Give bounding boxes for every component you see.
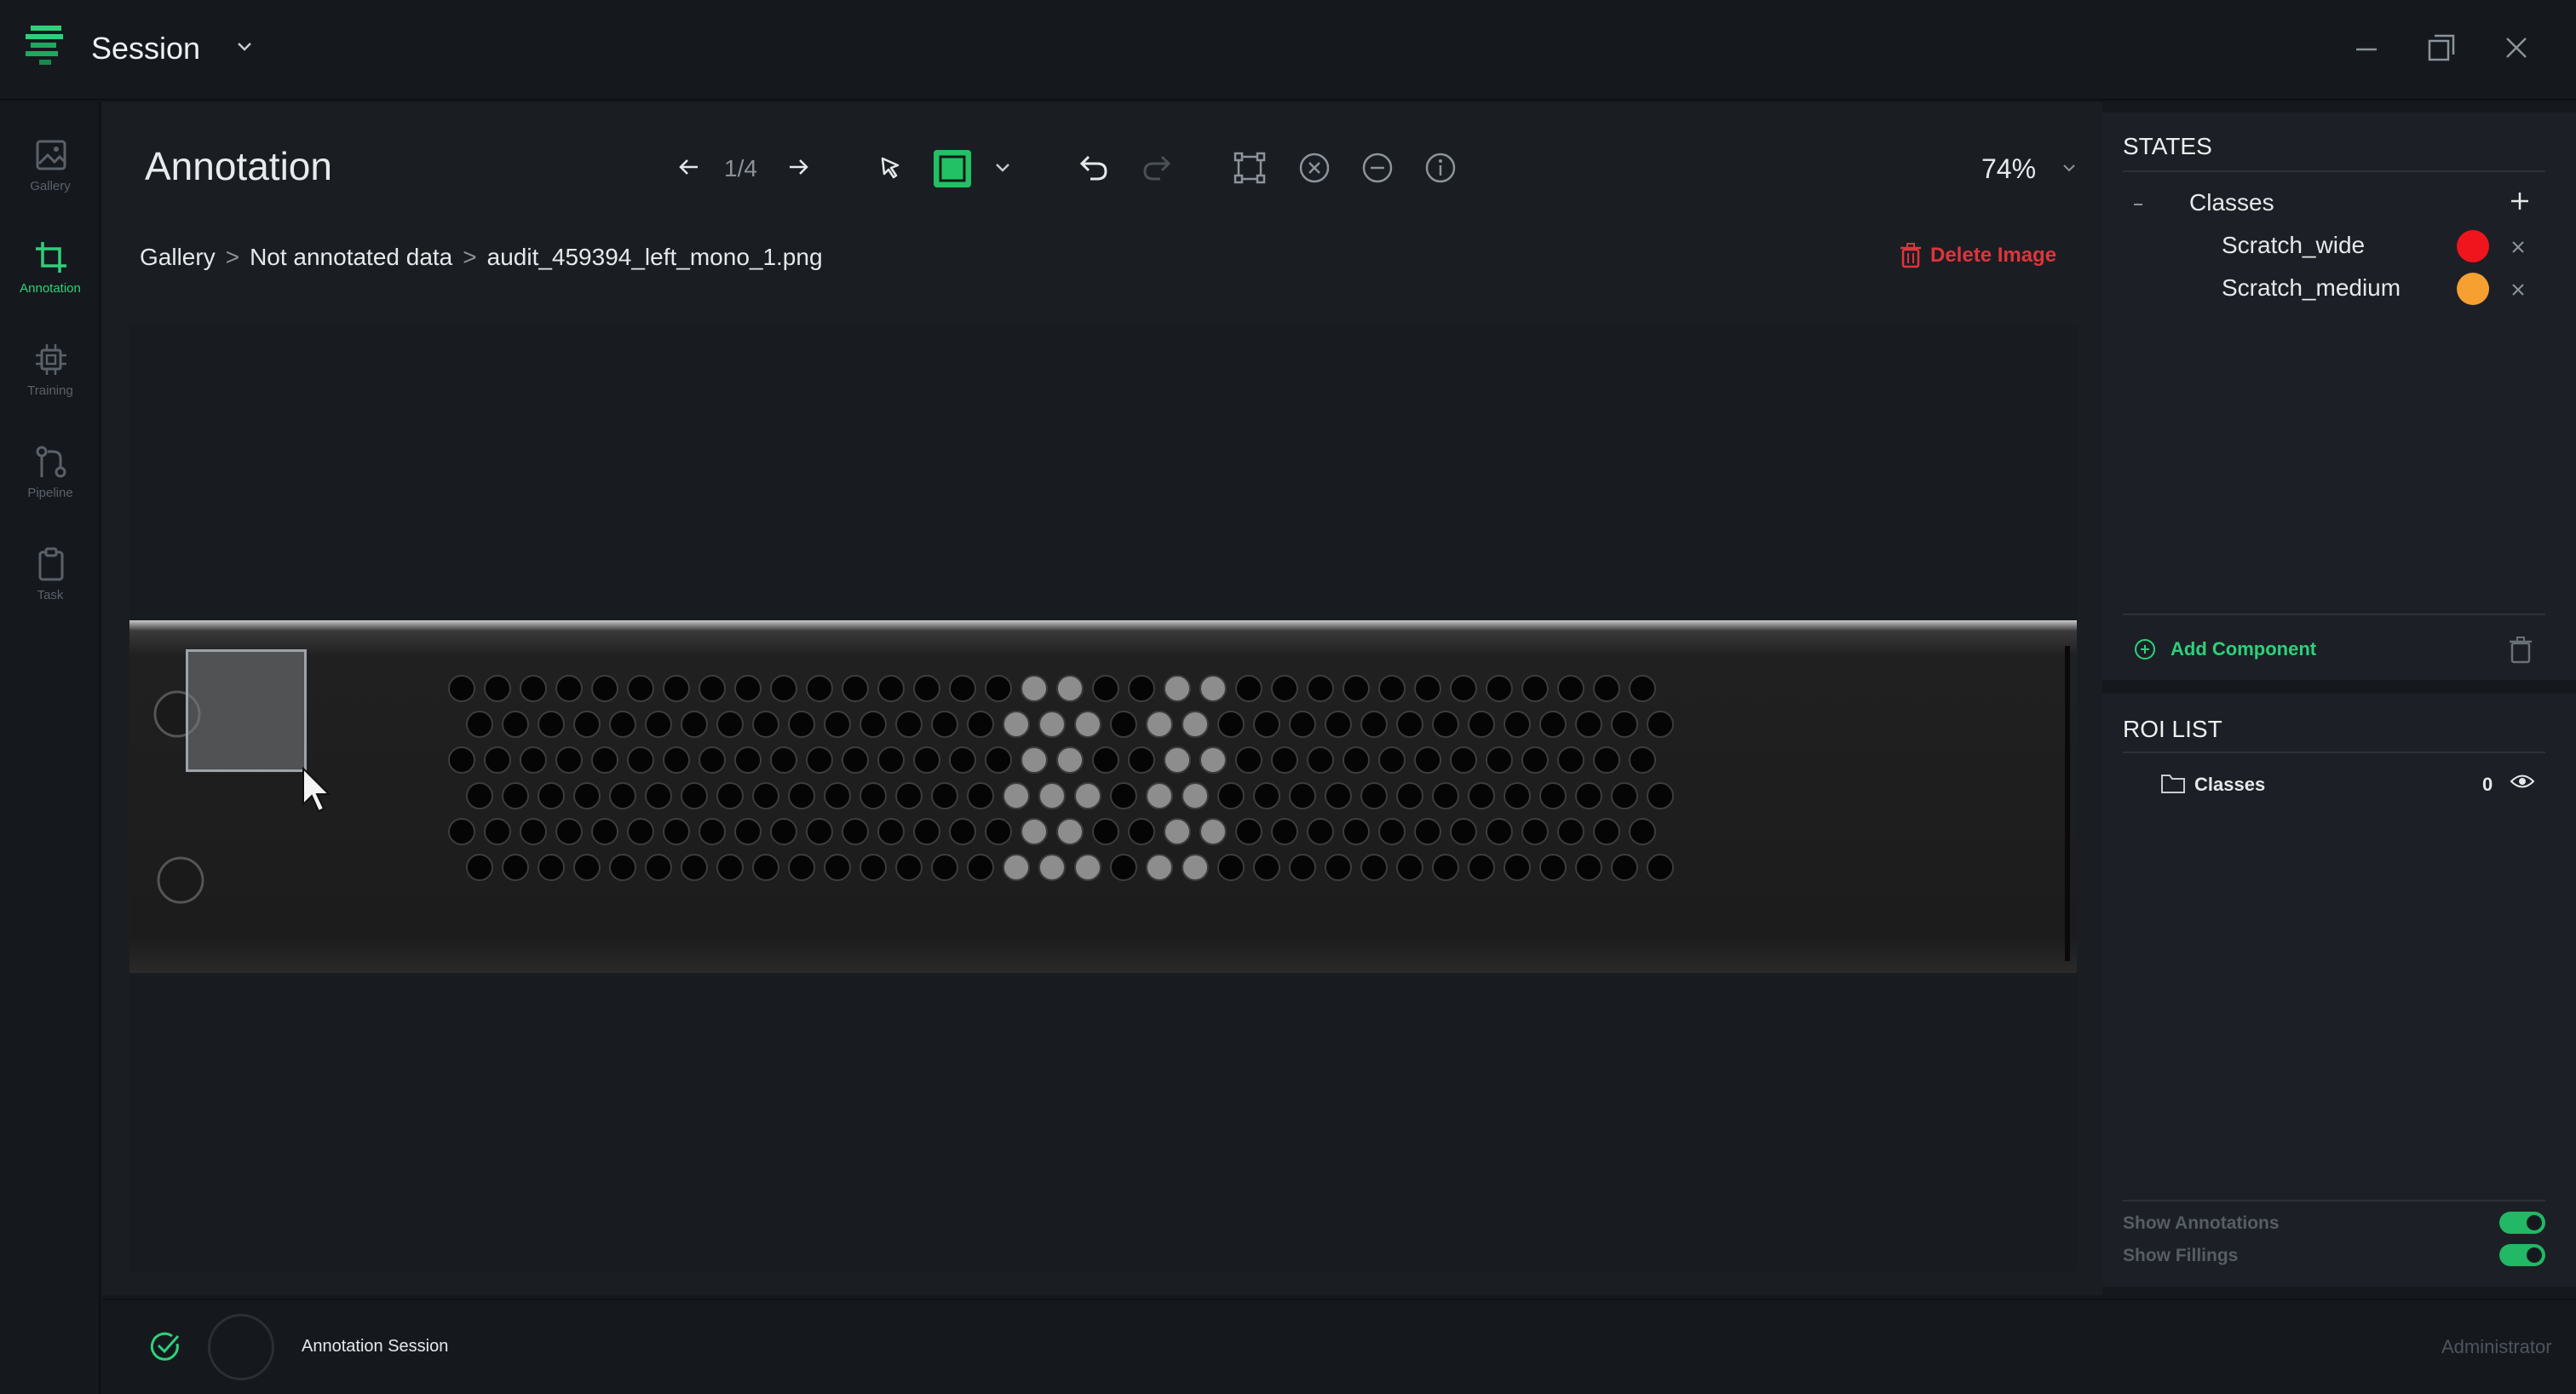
session-status-label: Annotation Session [302, 1337, 449, 1356]
class-color-swatch[interactable] [2457, 273, 2489, 305]
close-icon[interactable] [2499, 31, 2533, 65]
divider [2123, 1200, 2545, 1201]
states-panel [2102, 112, 2576, 680]
divider [2123, 170, 2545, 172]
nav-task-label: Task [37, 588, 64, 602]
trash-icon[interactable] [2508, 636, 2533, 665]
gallery-icon [36, 140, 66, 170]
minus-circle-icon[interactable] [1360, 150, 1395, 186]
add-component-label: Add Component [2171, 638, 2317, 660]
bounding-box-icon[interactable] [1232, 150, 1268, 186]
nav-gallery[interactable]: Gallery [0, 123, 101, 216]
roi-list-title: ROI LIST [2123, 716, 2222, 742]
minimize-icon[interactable] [2349, 31, 2383, 65]
info-icon[interactable] [1423, 150, 1458, 186]
close-icon[interactable] [2508, 237, 2528, 257]
chevron-down-icon[interactable] [2060, 158, 2079, 177]
states-classes-label[interactable]: Classes [2189, 189, 2274, 216]
delete-image-label: Delete Image [1930, 244, 2057, 267]
nav-task[interactable]: Task [0, 532, 101, 625]
divider [2123, 752, 2545, 753]
undo-icon[interactable] [1075, 150, 1111, 186]
roi-rectangle[interactable] [186, 649, 307, 772]
class-color-swatch[interactable] [2457, 230, 2489, 262]
collapse-caret-icon[interactable] [2126, 193, 2150, 216]
roi-group-classes[interactable]: Classes [2194, 774, 2265, 796]
breadcrumb-separator: > [463, 244, 477, 270]
nav-training[interactable]: Training [0, 327, 101, 421]
user-label: Administrator [2441, 1336, 2552, 1357]
folder-icon [2161, 775, 2185, 793]
chip-icon [36, 344, 66, 375]
class-name[interactable]: Scratch_medium [2222, 274, 2401, 302]
show-fillings-toggle[interactable] [2499, 1244, 2545, 1266]
mouse-cursor-icon [302, 767, 331, 813]
progress-ring [208, 1314, 274, 1380]
nav-training-label: Training [27, 383, 73, 398]
clipboard-icon [38, 547, 64, 581]
app-logo-icon [26, 26, 63, 65]
trash-icon [1900, 243, 1921, 268]
check-circle-icon [150, 1332, 180, 1361]
arrow-left-icon[interactable] [676, 153, 703, 181]
annotated-image[interactable] [129, 620, 2077, 973]
delete-image-button[interactable]: Delete Image [1900, 243, 2056, 268]
clear-circle-icon[interactable] [1297, 150, 1332, 186]
nav-gallery-label: Gallery [30, 179, 71, 193]
chevron-down-icon[interactable] [992, 157, 1014, 179]
status-bar [102, 1299, 2576, 1394]
page-title: Annotation [145, 144, 332, 188]
breadcrumb-not-annotated[interactable]: Not annotated data [250, 244, 452, 270]
add-component-button[interactable]: Add Component [2133, 637, 2316, 661]
show-annotations-label: Show Annotations [2123, 1213, 2280, 1233]
pipeline-icon [36, 446, 66, 478]
chevron-down-icon[interactable] [232, 34, 257, 60]
states-title: STATES [2123, 133, 2212, 159]
nav-pipeline[interactable]: Pipeline [0, 429, 101, 523]
left-nav-rail: Gallery Annotation Training Pipeline Tas… [0, 102, 101, 1394]
breadcrumb: Gallery > Not annotated data > audit_459394_… [140, 244, 823, 271]
plus-circle-icon [2135, 639, 2155, 660]
plus-icon[interactable] [2506, 187, 2533, 215]
class-name[interactable]: Scratch_wide [2222, 232, 2365, 259]
title-bar [0, 0, 2576, 101]
redo-icon[interactable] [1140, 150, 1176, 186]
eye-icon[interactable] [2510, 770, 2535, 792]
breadcrumb-separator: > [225, 244, 240, 270]
restore-icon[interactable] [2424, 31, 2458, 65]
show-fillings-label: Show Fillings [2123, 1246, 2239, 1265]
page-counter: 1/4 [724, 155, 757, 181]
zoom-level[interactable]: 74% [1981, 153, 2036, 185]
close-icon[interactable] [2508, 279, 2528, 300]
session-title[interactable]: Session [91, 31, 200, 66]
nav-pipeline-label: Pipeline [27, 486, 73, 500]
breadcrumb-filename: audit_459394_left_mono_1.png [486, 244, 823, 270]
crop-icon [36, 242, 66, 273]
divider [2123, 613, 2545, 615]
select-pointer-icon[interactable] [872, 150, 908, 186]
show-annotations-toggle[interactable] [2499, 1212, 2545, 1234]
nav-annotation[interactable]: Annotation [0, 225, 101, 319]
nav-annotation-label: Annotation [20, 281, 81, 296]
roi-count: 0 [2482, 774, 2493, 795]
arrow-right-icon[interactable] [785, 153, 812, 181]
rectangle-tool-icon[interactable] [932, 148, 973, 189]
breadcrumb-gallery[interactable]: Gallery [140, 244, 216, 270]
